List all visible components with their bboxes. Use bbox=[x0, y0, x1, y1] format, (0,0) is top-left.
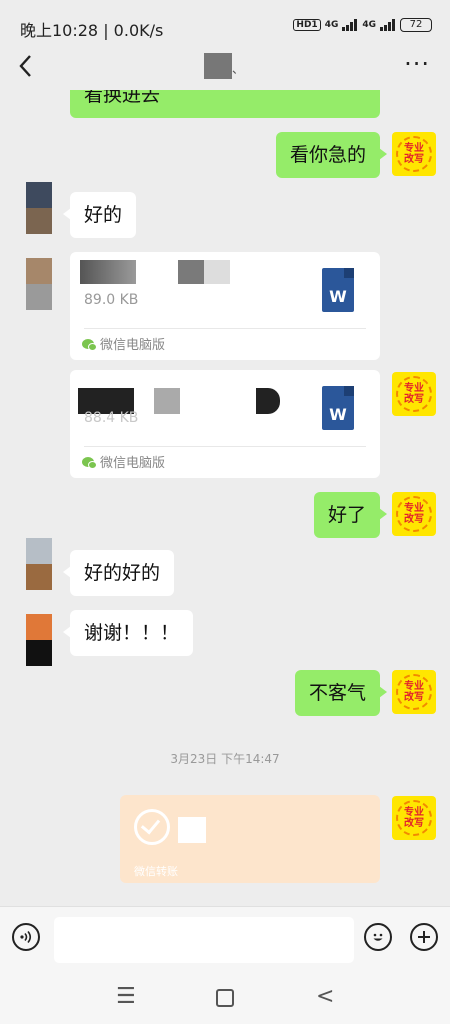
file-name-redacted bbox=[204, 260, 230, 284]
transfer-amount-redacted bbox=[178, 817, 206, 843]
file-source: 微信电脑版 bbox=[82, 452, 165, 471]
signal-icon bbox=[342, 19, 358, 31]
message-text: 看你急的 bbox=[289, 144, 366, 166]
message-bubble[interactable]: 好了 bbox=[313, 492, 388, 538]
message-bubble[interactable]: 看你急的 bbox=[275, 132, 388, 178]
word-file-icon: W bbox=[322, 386, 354, 430]
message-timestamp: 3月23日 下午14:47 bbox=[170, 752, 280, 766]
file-name-redacted bbox=[256, 388, 280, 414]
wechat-icon bbox=[82, 456, 97, 469]
voice-button[interactable] bbox=[12, 923, 40, 951]
network-label-b: 4G bbox=[362, 19, 376, 30]
message-bubble[interactable]: 看换进去 bbox=[70, 90, 380, 118]
chat-title-suffix: 、 bbox=[232, 62, 245, 76]
message-text: 看换进去 bbox=[84, 90, 161, 106]
signal-icon bbox=[380, 19, 396, 31]
home-button[interactable] bbox=[216, 989, 234, 1007]
file-size: 89.0 KB bbox=[84, 292, 139, 308]
divider bbox=[84, 328, 366, 329]
self-avatar[interactable]: 专业 改写 bbox=[392, 670, 436, 714]
file-source: 微信电脑版 bbox=[82, 334, 165, 353]
plus-icon bbox=[418, 931, 430, 943]
system-nav-bar: ☰ < bbox=[0, 972, 450, 1024]
file-name-redacted bbox=[154, 388, 180, 414]
hd-badge: HD1 bbox=[293, 19, 321, 31]
menu-button[interactable]: ☰ bbox=[116, 984, 136, 1009]
wechat-icon bbox=[82, 338, 97, 351]
contact-avatar[interactable] bbox=[26, 258, 52, 310]
self-avatar[interactable]: 专业 改写 bbox=[392, 796, 436, 840]
message-bubble[interactable]: 好的 bbox=[62, 192, 137, 238]
file-name-redacted bbox=[80, 260, 136, 284]
status-icons: HD1 4G 4G 72 bbox=[293, 18, 432, 32]
message-bubble[interactable]: 不客气 bbox=[294, 670, 388, 716]
transfer-message[interactable]: 微信转账 bbox=[120, 795, 380, 883]
back-button[interactable] bbox=[18, 54, 32, 85]
contact-avatar[interactable] bbox=[26, 538, 52, 590]
status-bar: 晚上10:28 | 0.0K/s HD1 4G 4G 72 bbox=[0, 0, 450, 52]
self-avatar[interactable]: 专业 改写 bbox=[392, 492, 436, 536]
message-bubble[interactable]: 好的好的 bbox=[62, 550, 175, 596]
more-button[interactable]: ··· bbox=[404, 50, 430, 78]
divider bbox=[84, 446, 366, 447]
transfer-label: 微信转账 bbox=[134, 865, 178, 878]
message-text: 不客气 bbox=[308, 682, 366, 704]
file-name-redacted bbox=[178, 260, 204, 284]
emoji-icon bbox=[373, 933, 383, 941]
status-time: 晚上10:28 | 0.0K/s bbox=[20, 21, 164, 40]
voice-icon bbox=[20, 930, 32, 944]
file-message[interactable]: 89.0 KB W 微信电脑版 bbox=[70, 252, 380, 360]
contact-avatar[interactable] bbox=[26, 182, 52, 234]
chat-header: 、 ··· bbox=[0, 50, 450, 90]
check-circle-icon bbox=[134, 809, 170, 845]
message-bubble[interactable]: 谢谢！！！ bbox=[62, 610, 194, 656]
message-text: 好的 bbox=[84, 204, 123, 226]
self-avatar[interactable]: 专业 改写 bbox=[392, 132, 436, 176]
emoji-button[interactable] bbox=[364, 923, 392, 951]
chat-area[interactable]: 看换进去 看你急的 专业 改写 好的 89.0 KB W 微信电脑版 88.4 K… bbox=[0, 90, 450, 906]
word-file-icon: W bbox=[322, 268, 354, 312]
message-text: 好了 bbox=[327, 504, 366, 526]
file-size: 88.4 KB bbox=[84, 410, 139, 426]
plus-button[interactable] bbox=[410, 923, 438, 951]
nav-back-button[interactable]: < bbox=[316, 984, 334, 1009]
message-text: 好的好的 bbox=[84, 562, 161, 584]
chevron-left-icon bbox=[19, 55, 31, 77]
message-text: 谢谢！！！ bbox=[84, 622, 180, 644]
contact-avatar[interactable] bbox=[26, 614, 52, 666]
battery-icon: 72 bbox=[400, 18, 432, 32]
file-message[interactable]: 88.4 KB W 微信电脑版 bbox=[70, 370, 380, 478]
chat-title-redacted bbox=[204, 53, 232, 79]
self-avatar[interactable]: 专业 改写 bbox=[392, 372, 436, 416]
input-bar bbox=[0, 906, 450, 973]
message-input[interactable] bbox=[54, 917, 354, 963]
network-label-a: 4G bbox=[324, 19, 339, 30]
